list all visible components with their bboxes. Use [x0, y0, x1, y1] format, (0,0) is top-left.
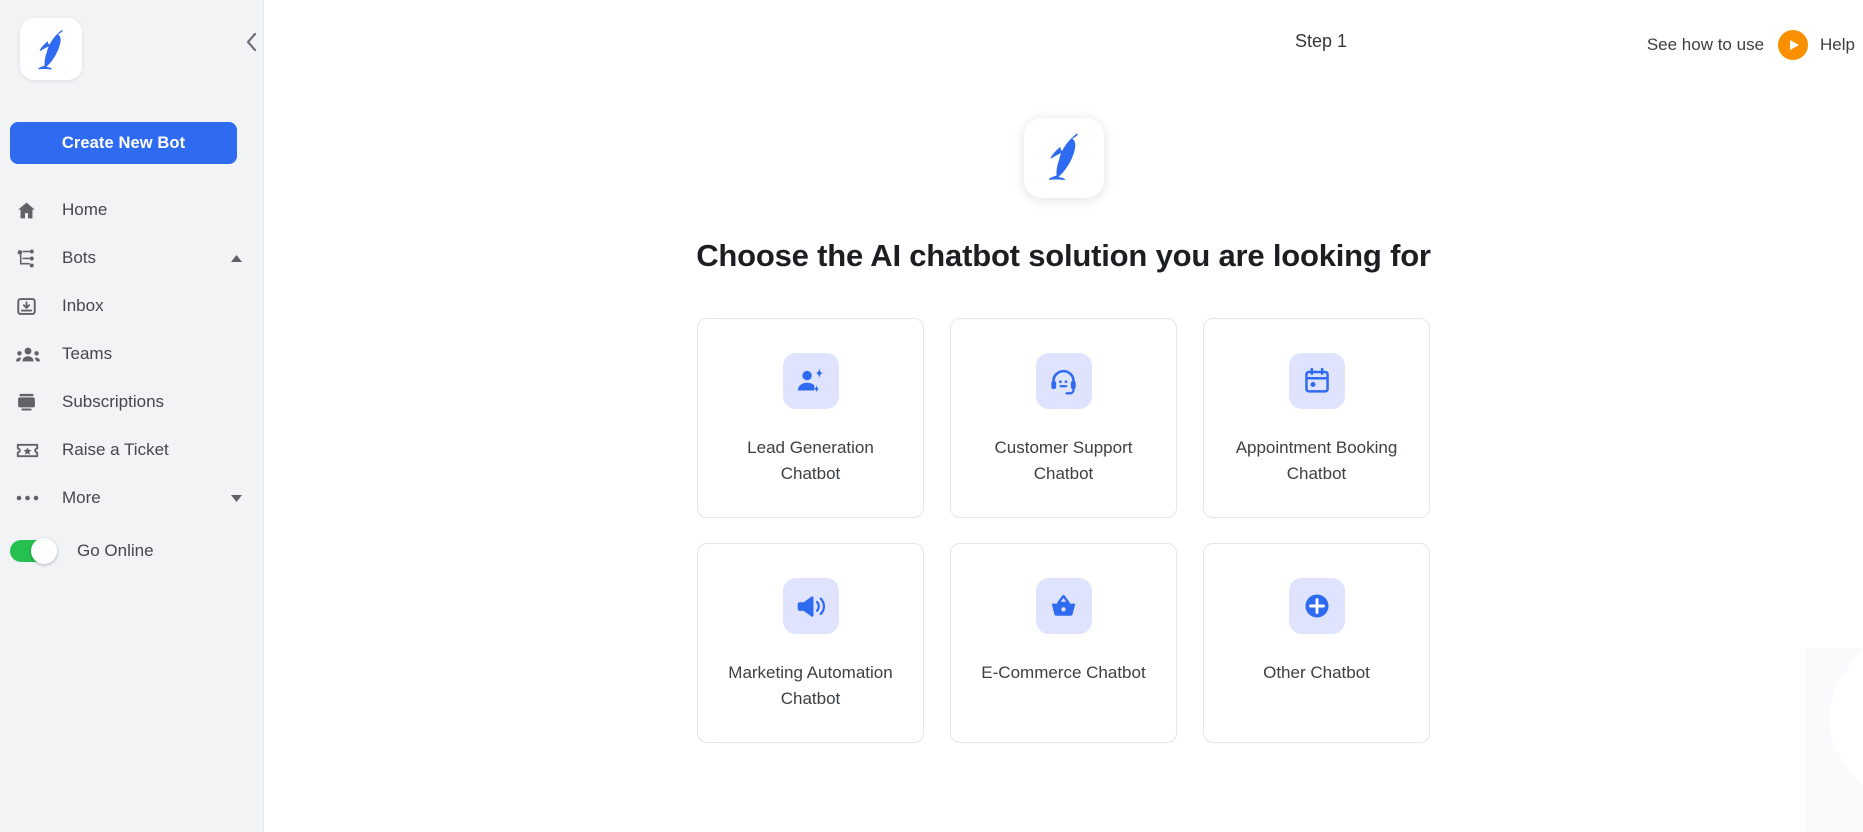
ticket-icon: [16, 437, 46, 463]
sidebar-item-label: Bots: [62, 248, 97, 267]
sidebar-item-raise-a-ticket[interactable]: Raise a Ticket: [0, 426, 263, 474]
play-icon[interactable]: [1778, 30, 1809, 60]
sidebar-item-bots[interactable]: Bots: [0, 234, 263, 282]
penguin-logo-icon: [34, 28, 68, 70]
card-marketing-automation-chatbot[interactable]: Marketing Automation Chatbot: [697, 543, 924, 743]
sidebar: Create New Bot Home Bots Inbox Teams Sub…: [0, 0, 264, 832]
card-label: Customer Support Chatbot: [994, 438, 1133, 483]
main-content: Choose the AI chatbot solution you are l…: [264, 86, 1863, 743]
card-label: Marketing Automation Chatbot: [728, 663, 893, 708]
toggle-knob: [31, 538, 57, 564]
caret-up-icon[interactable]: [230, 254, 243, 263]
create-new-bot-button[interactable]: Create New Bot: [10, 122, 237, 164]
headset-support-icon: [1035, 353, 1092, 409]
sidebar-item-label: Home: [62, 200, 108, 219]
header-actions: See how to use Help: [1647, 30, 1855, 60]
step-indicator: Step 1: [1295, 31, 1348, 51]
sidebar-item-more[interactable]: More: [0, 474, 263, 522]
sidebar-collapse-button[interactable]: [240, 32, 262, 57]
sidebar-item-label: Teams: [62, 344, 113, 363]
subscriptions-icon: [16, 389, 46, 415]
sidebar-item-teams[interactable]: Teams: [0, 330, 263, 378]
chevron-left-icon: [245, 32, 258, 57]
more-horizontal-icon: [16, 485, 46, 511]
sidebar-item-inbox[interactable]: Inbox: [0, 282, 263, 330]
card-label: Lead Generation Chatbot: [747, 438, 874, 483]
shopping-basket-icon: [1035, 578, 1092, 634]
chatbot-solution-grid: Lead Generation Chatbot Customer Support…: [697, 318, 1430, 743]
hero-logo: [1023, 118, 1104, 198]
card-e-commerce-chatbot[interactable]: E-Commerce Chatbot: [950, 543, 1177, 743]
sidebar-item-label: Inbox: [62, 296, 104, 315]
app-logo[interactable]: [20, 18, 82, 80]
account-tree-icon: [16, 245, 46, 271]
page-title: Choose the AI chatbot solution you are l…: [696, 238, 1431, 273]
main-panel: Step 1 See how to use Help Choose the AI…: [264, 0, 1863, 832]
plus-circle-icon: [1288, 578, 1345, 634]
go-online-row[interactable]: Go Online: [0, 527, 263, 575]
sidebar-item-label: Subscriptions: [62, 392, 165, 411]
people-icon: [16, 341, 46, 367]
card-label: Appointment Booking Chatbot: [1235, 438, 1398, 483]
sidebar-item-subscriptions[interactable]: Subscriptions: [0, 378, 263, 426]
penguin-logo-icon: [1044, 131, 1084, 186]
help-link[interactable]: Help: [1820, 35, 1855, 55]
person-add-sparkle-icon: [782, 353, 839, 409]
sidebar-item-label: More: [62, 488, 101, 507]
top-bar: Step 1 See how to use Help: [264, 0, 1863, 86]
card-customer-support-chatbot[interactable]: Customer Support Chatbot: [950, 318, 1177, 518]
card-appointment-booking-chatbot[interactable]: Appointment Booking Chatbot: [1203, 318, 1430, 518]
card-label: Other Chatbot: [1263, 663, 1370, 682]
megaphone-icon: [782, 578, 839, 634]
app-root: Create New Bot Home Bots Inbox Teams Sub…: [0, 0, 1863, 832]
calendar-event-icon: [1288, 353, 1345, 409]
sidebar-item-home[interactable]: Home: [0, 186, 263, 234]
go-online-label: Go Online: [77, 541, 154, 560]
card-other-chatbot[interactable]: Other Chatbot: [1203, 543, 1430, 743]
go-online-toggle[interactable]: [10, 538, 57, 564]
sidebar-nav: Home Bots Inbox Teams Subscriptions Rais…: [0, 186, 263, 575]
card-label: E-Commerce Chatbot: [981, 663, 1146, 682]
home-icon: [16, 197, 46, 223]
card-lead-generation-chatbot[interactable]: Lead Generation Chatbot: [697, 318, 924, 518]
sidebar-item-label: Raise a Ticket: [62, 440, 169, 459]
see-how-to-use-link[interactable]: See how to use: [1647, 35, 1764, 55]
caret-down-icon[interactable]: [230, 494, 243, 503]
inbox-icon: [16, 293, 46, 319]
